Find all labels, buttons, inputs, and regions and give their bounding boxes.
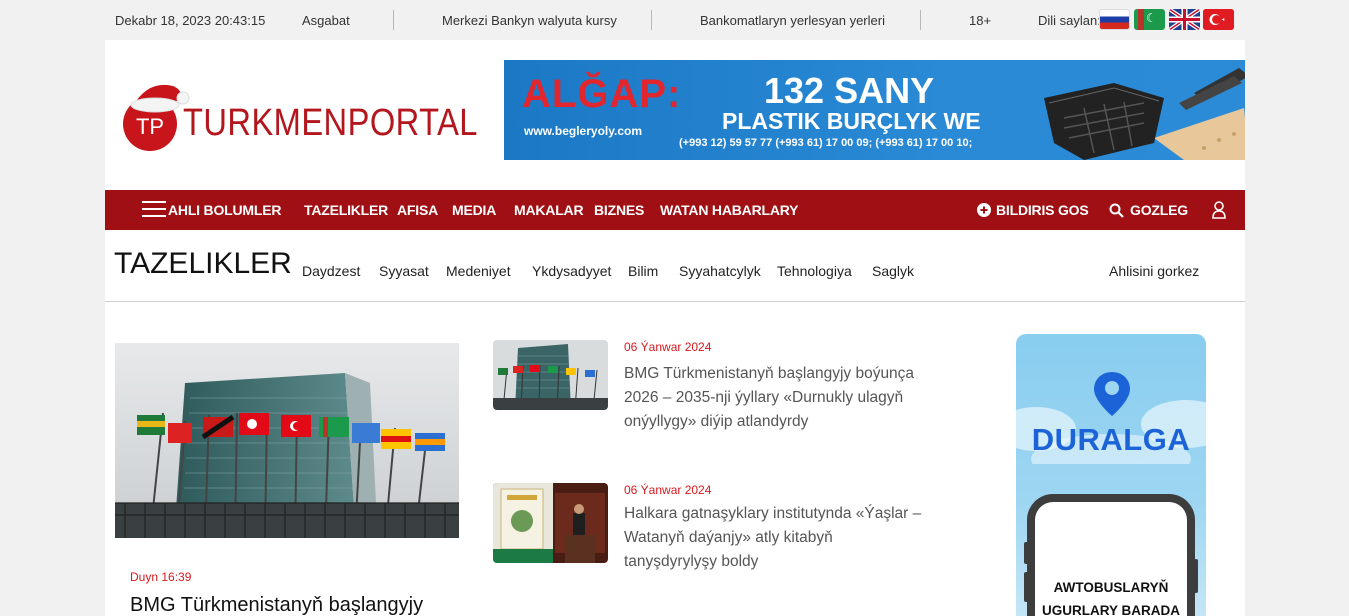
phone-side-button bbox=[1194, 559, 1198, 593]
news-headline[interactable]: Halkara gatnaşyklary institutynda «Ýaşla… bbox=[624, 502, 924, 574]
phone-frame: AWTOBUSLARYŇ UGURLARY BARADA bbox=[1027, 494, 1195, 616]
category-syyahatcylyk[interactable]: Syyahatcylyk bbox=[679, 263, 761, 279]
location-pin-icon bbox=[1094, 372, 1130, 416]
section-bar: TAZELIKLER Daydzest Syyasat Medeniyet Yk… bbox=[105, 230, 1245, 302]
category-tehnologiya[interactable]: Tehnologiya bbox=[777, 263, 852, 279]
phone-side-button bbox=[1024, 572, 1028, 602]
menu-icon[interactable] bbox=[142, 201, 166, 219]
divider bbox=[393, 10, 394, 30]
banner-url: www.begleryoly.com bbox=[524, 124, 643, 138]
turkish-flag-icon[interactable] bbox=[1203, 9, 1234, 30]
top-bar: Dekabr 18, 2023 20:43:15 Asgabat Merkezi… bbox=[105, 0, 1245, 40]
logo-text: TURKMENPORTAL bbox=[183, 102, 478, 144]
age-rating-badge: 18+ bbox=[969, 12, 992, 28]
site-logo[interactable]: TP TURKMENPORTAL bbox=[123, 76, 477, 156]
category-syyasat[interactable]: Syyasat bbox=[379, 263, 429, 279]
lead-article-image[interactable] bbox=[115, 343, 459, 538]
lead-article-title[interactable]: BMG Türkmenistanyň başlangyjy bbox=[130, 594, 423, 616]
nav-item-afisa[interactable]: AFISA bbox=[397, 202, 438, 218]
divider bbox=[651, 10, 652, 30]
city-label[interactable]: Asgabat bbox=[302, 13, 350, 28]
ad-brand: DURALGA bbox=[1031, 422, 1191, 457]
duralga-advertisement[interactable]: DURALGA AWTOBUSLARYŇ UGURLARY BARADA bbox=[1016, 334, 1206, 616]
nav-item-biznes[interactable]: BIZNES bbox=[594, 202, 644, 218]
turkmen-flag-icon[interactable] bbox=[1134, 9, 1165, 30]
category-saglyk[interactable]: Saglyk bbox=[872, 263, 914, 279]
news-content: Duyn 16:39 BMG Türkmenistanyň başlangyjy… bbox=[105, 302, 1245, 616]
banner-subheadline: PLASTIK BURÇLYK WE bbox=[722, 108, 981, 134]
news-headline[interactable]: BMG Türkmenistanyň başlangyjy boýunça 20… bbox=[624, 362, 924, 434]
search-icon[interactable] bbox=[1109, 203, 1124, 218]
svg-text:TP: TP bbox=[136, 114, 164, 139]
nav-item-makalar[interactable]: MAKALAR bbox=[514, 202, 584, 218]
phone-side-button bbox=[1024, 542, 1028, 564]
lead-article-time: Duyn 16:39 bbox=[130, 570, 192, 584]
divider bbox=[920, 10, 921, 30]
advertisement-banner[interactable]: ALĞAP: www.begleryoly.com 132 SANY PLAST… bbox=[504, 60, 1245, 160]
announce-button[interactable]: BILDIRIS GOS bbox=[996, 202, 1089, 218]
nav-item-watan-habarlary[interactable]: WATAN HABARLARY bbox=[660, 202, 798, 218]
language-label: Dili saylan: bbox=[1038, 12, 1101, 28]
site-header: TP TURKMENPORTAL ALĞAP: www.begleryoly.c… bbox=[105, 40, 1245, 190]
current-datetime: Dekabr 18, 2023 20:43:15 bbox=[115, 12, 266, 28]
currency-rates-link[interactable]: Merkezi Bankyn walyuta kursy bbox=[442, 13, 617, 28]
main-navigation: AHLI BOLUMLER TAZELIKLER AFISA MEDIA MAK… bbox=[105, 190, 1245, 230]
atm-locations-link[interactable]: Bankomatlaryn yerlesyan yerleri bbox=[700, 13, 885, 28]
banner-brand: ALĞAP: bbox=[522, 72, 682, 116]
banner-phones: (+993 12) 59 57 77 (+993 61) 17 00 09; (… bbox=[679, 137, 973, 149]
news-thumbnail[interactable] bbox=[493, 483, 608, 563]
nav-item-media[interactable]: MEDIA bbox=[452, 202, 496, 218]
category-bilim[interactable]: Bilim bbox=[628, 263, 658, 279]
category-medeniyet[interactable]: Medeniyet bbox=[446, 263, 511, 279]
plus-circle-icon[interactable] bbox=[977, 203, 991, 217]
ad-line-1: AWTOBUSLARYŇ bbox=[1053, 580, 1169, 595]
ad-line-2: UGURLARY BARADA bbox=[1042, 603, 1180, 616]
nav-item-tazelikler[interactable]: TAZELIKLER bbox=[304, 202, 388, 218]
crate-image bbox=[1044, 68, 1245, 160]
banner-headline: 132 SANY bbox=[764, 70, 935, 111]
news-date: 06 Ýanwar 2024 bbox=[624, 340, 712, 354]
nav-all-sections[interactable]: AHLI BOLUMLER bbox=[168, 202, 281, 218]
user-icon[interactable] bbox=[1212, 201, 1226, 219]
news-date: 06 Ýanwar 2024 bbox=[624, 483, 712, 497]
russian-flag-icon[interactable] bbox=[1099, 9, 1130, 30]
category-daydzest[interactable]: Daydzest bbox=[302, 263, 360, 279]
news-thumbnail[interactable] bbox=[493, 340, 608, 410]
english-flag-icon[interactable] bbox=[1169, 9, 1200, 30]
show-all-link[interactable]: Ahlisini gorkez bbox=[1109, 263, 1199, 279]
search-button[interactable]: GOZLEG bbox=[1130, 202, 1188, 218]
category-ykdysadyyet[interactable]: Ykdysadyyet bbox=[532, 263, 611, 279]
section-title: TAZELIKLER bbox=[114, 247, 292, 280]
